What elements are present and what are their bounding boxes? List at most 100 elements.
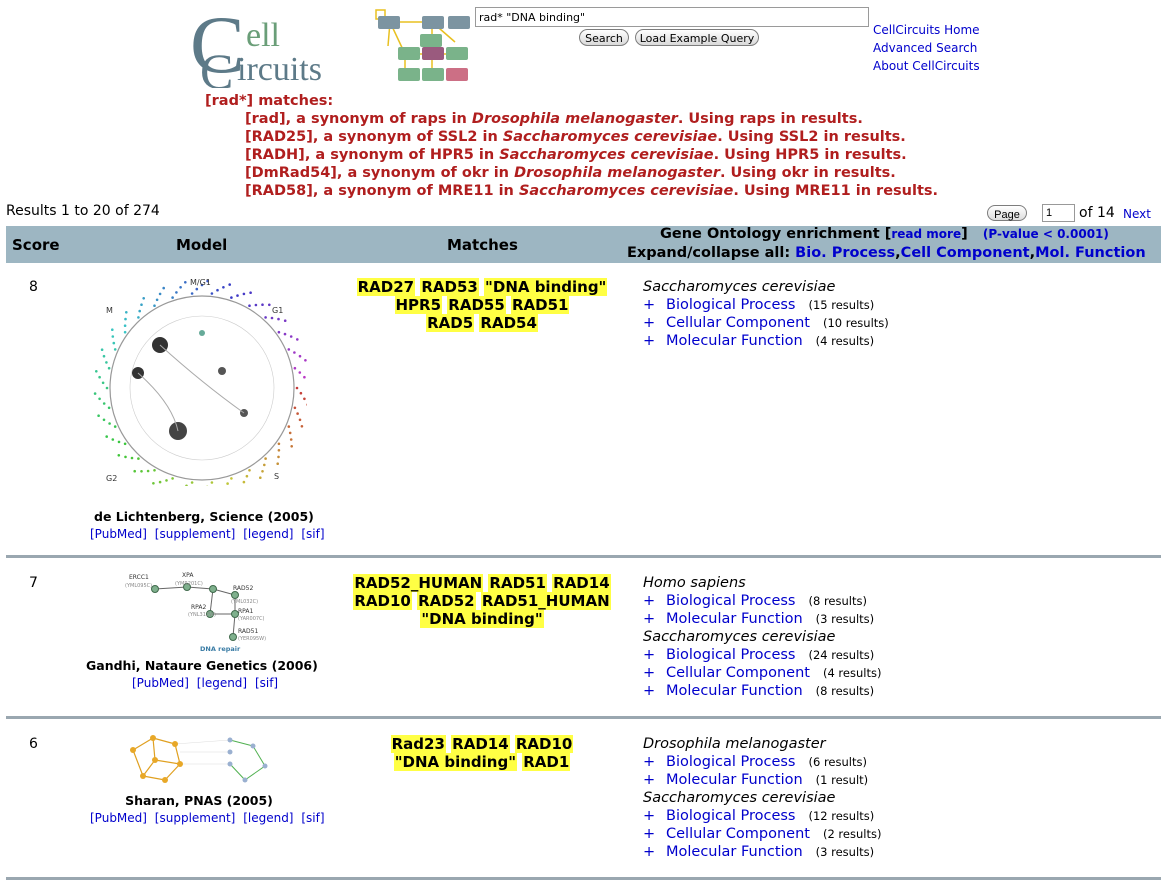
expand-mol-function-link[interactable]: Mol. Function — [1035, 245, 1146, 261]
legend-link[interactable]: [legend] — [243, 527, 293, 541]
gene-marker — [277, 449, 281, 452]
expand-plus-icon[interactable]: + — [643, 682, 666, 700]
go-category-link[interactable]: Biological Process — [666, 646, 795, 664]
gene-marker — [97, 414, 100, 417]
gene-marker — [140, 303, 143, 306]
matched-term: RAD52 — [417, 592, 476, 610]
logo-graphic: C ell C ircuits — [190, 0, 470, 99]
go-category-link[interactable]: Cellular Component — [666, 664, 810, 682]
node-label: RAD52 — [233, 585, 253, 592]
go-category-row[interactable]: + Cellular Component (4 results) — [643, 664, 881, 682]
synonym-heading: [rad*] matches: — [205, 93, 334, 109]
go-category-row[interactable]: + Molecular Function (8 results) — [643, 682, 881, 700]
page-button[interactable]: Page — [987, 205, 1027, 221]
go-category-link[interactable]: Molecular Function — [666, 610, 803, 628]
synonym-line: [rad], a synonym of raps in Drosophila m… — [245, 111, 863, 127]
search-input[interactable] — [475, 7, 869, 27]
expand-plus-icon[interactable]: + — [643, 314, 666, 332]
go-category-row[interactable]: + Molecular Function (4 results) — [643, 332, 889, 350]
model-thumbnail[interactable]: M/G1 M G1 G2 S — [92, 273, 311, 497]
go-category-link[interactable]: Biological Process — [666, 807, 795, 825]
expand-plus-icon[interactable]: + — [643, 296, 666, 314]
next-page-link[interactable]: Next — [1123, 207, 1151, 221]
expand-bio-process-link[interactable]: Bio. Process — [795, 245, 895, 261]
gene-marker — [264, 316, 267, 319]
pubmed-link[interactable]: [PubMed] — [90, 811, 147, 825]
matched-terms: RAD27 RAD53 "DNA binding" HPR5 RAD55 RAD… — [352, 278, 612, 332]
row-separator — [6, 716, 1161, 719]
expand-plus-icon[interactable]: + — [643, 332, 666, 350]
matched-term: HPR5 — [394, 296, 443, 314]
go-category-link[interactable]: Biological Process — [666, 753, 795, 771]
row-separator — [6, 877, 1161, 880]
model-thumbnail[interactable]: ERCC1 (YML095C) XPA (YMR201C) RAD52 (YML… — [125, 569, 300, 654]
matched-term: Rad23 — [390, 735, 446, 753]
go-category-row[interactable]: + Molecular Function (3 results) — [643, 610, 881, 628]
go-result-count: (8 results) — [808, 594, 867, 608]
cell-cycle-network-figure: M/G1 M G1 G2 S — [93, 278, 311, 497]
about-link[interactable]: About CellCircuits — [873, 57, 980, 75]
supplement-link[interactable]: [supplement] — [155, 527, 236, 541]
expand-plus-icon[interactable]: + — [643, 771, 666, 789]
home-link[interactable]: CellCircuits Home — [873, 21, 980, 39]
go-category-row[interactable]: + Biological Process (24 results) — [643, 646, 881, 664]
go-category-row[interactable]: + Cellular Component (2 results) — [643, 825, 881, 843]
go-category-link[interactable]: Molecular Function — [666, 771, 803, 789]
supplement-link[interactable]: [supplement] — [155, 811, 236, 825]
load-example-query-button[interactable]: Load Example Query — [635, 29, 759, 46]
go-category-row[interactable]: + Biological Process (15 results) — [643, 296, 889, 314]
search-button[interactable]: Search — [579, 29, 629, 46]
legend-link[interactable]: [legend] — [243, 811, 293, 825]
go-category-row[interactable]: + Molecular Function (3 results) — [643, 843, 881, 861]
pubmed-link[interactable]: [PubMed] — [132, 676, 189, 690]
go-category-row[interactable]: + Biological Process (8 results) — [643, 592, 881, 610]
legend-link[interactable]: [legend] — [197, 676, 247, 690]
matched-term: RAD10 — [514, 735, 574, 753]
gene-marker — [287, 425, 291, 428]
page-number-input[interactable] — [1042, 204, 1075, 222]
gene-marker — [264, 457, 267, 460]
sif-link[interactable]: [sif] — [301, 527, 324, 541]
expand-plus-icon[interactable]: + — [643, 843, 666, 861]
go-category-row[interactable]: + Molecular Function (1 result) — [643, 771, 881, 789]
advanced-search-link[interactable]: Advanced Search — [873, 39, 980, 57]
go-category-link[interactable]: Biological Process — [666, 592, 795, 610]
species-name: Saccharomyces cerevisiae — [643, 629, 836, 645]
go-result-count: (10 results) — [822, 316, 889, 330]
expand-plus-icon[interactable]: + — [643, 610, 666, 628]
node-label: RPA2 — [191, 604, 207, 611]
gene-marker — [230, 477, 233, 480]
go-category-link[interactable]: Molecular Function — [666, 682, 803, 700]
expand-plus-icon[interactable]: + — [643, 592, 666, 610]
go-category-link[interactable]: Molecular Function — [666, 843, 803, 861]
go-category-row[interactable]: + Biological Process (12 results) — [643, 807, 881, 825]
matched-term: "DNA binding" — [393, 753, 518, 771]
gene-marker — [261, 303, 264, 306]
go-category-link[interactable]: Cellular Component — [666, 825, 810, 843]
expand-plus-icon[interactable]: + — [643, 646, 666, 664]
matched-term: RAD1 — [522, 753, 571, 771]
sif-link[interactable]: [sif] — [255, 676, 278, 690]
gene-marker — [216, 288, 219, 292]
cellcircuits-logo[interactable]: C ell C ircuits — [190, 0, 480, 99]
go-category-link[interactable]: Cellular Component — [666, 314, 810, 332]
expand-plus-icon[interactable]: + — [643, 664, 666, 682]
synonym-line: [RAD58], a synonym of MRE11 in Saccharom… — [245, 183, 939, 199]
gene-marker — [276, 462, 279, 465]
phase-label-g1: G1 — [272, 306, 283, 315]
expand-plus-icon[interactable]: + — [643, 753, 666, 771]
matched-terms: Rad23 RAD14 RAD10 "DNA binding" RAD1 — [362, 735, 602, 771]
model-thumbnail[interactable] — [125, 732, 275, 788]
gene-marker — [298, 418, 302, 422]
go-category-row[interactable]: + Cellular Component (10 results) — [643, 314, 889, 332]
go-category-link[interactable]: Molecular Function — [666, 332, 803, 350]
pubmed-link[interactable]: [PubMed] — [90, 527, 147, 541]
gene-marker — [123, 442, 127, 446]
go-category-link[interactable]: Biological Process — [666, 296, 795, 314]
sif-link[interactable]: [sif] — [301, 811, 324, 825]
expand-cell-component-link[interactable]: Cell Component — [901, 245, 1030, 261]
go-category-row[interactable]: + Biological Process (6 results) — [643, 753, 881, 771]
expand-plus-icon[interactable]: + — [643, 807, 666, 825]
read-more-link[interactable]: read more — [891, 227, 961, 241]
expand-plus-icon[interactable]: + — [643, 825, 666, 843]
